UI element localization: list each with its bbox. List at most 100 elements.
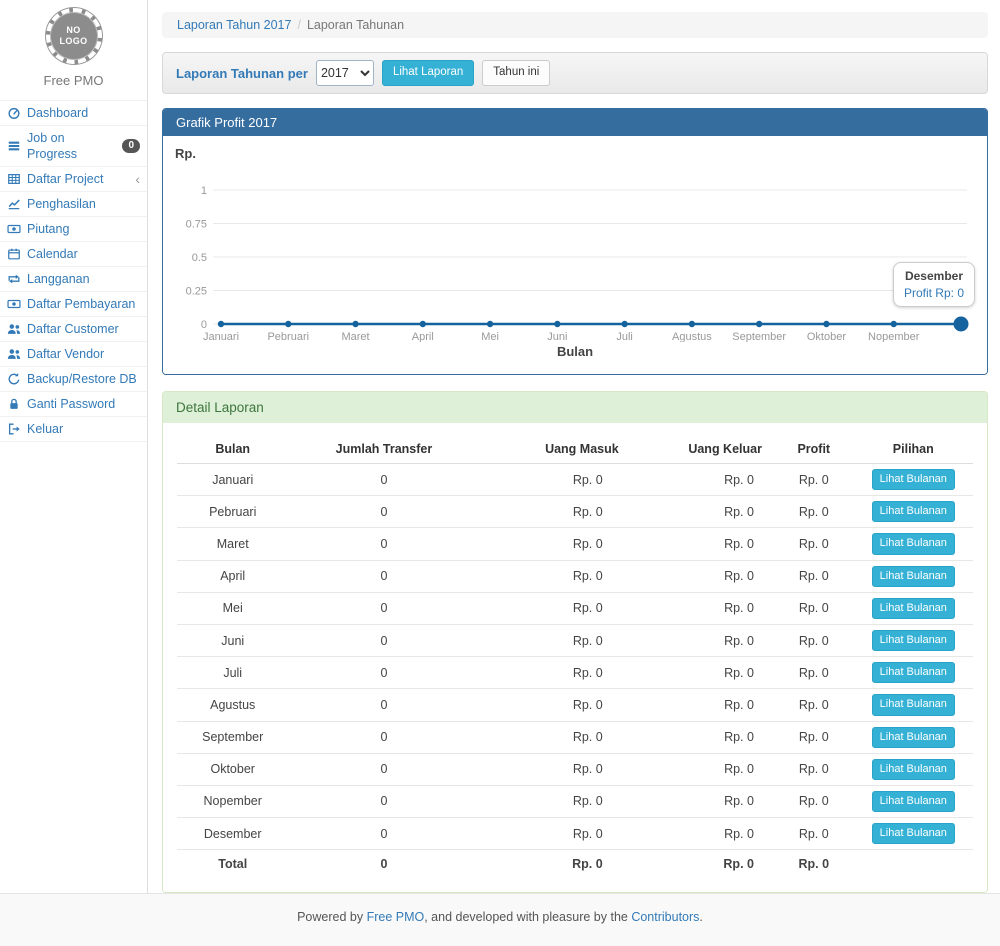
app-layout: NO LOGO Free PMO DashboardJob on Progres… xyxy=(0,0,1000,894)
svg-text:Oktober: Oktober xyxy=(807,331,846,342)
cell-pilihan: Lihat Bulanan xyxy=(854,657,973,689)
total-profit: Rp. 0 xyxy=(774,850,854,877)
lihat-bulanan-button[interactable]: Lihat Bulanan xyxy=(872,759,955,780)
lihat-bulanan-button[interactable]: Lihat Bulanan xyxy=(872,533,955,554)
sidebar-item-piutang[interactable]: Piutang xyxy=(0,216,147,241)
table-row: September0Rp. 0Rp. 0Rp. 0Lihat Bulanan xyxy=(177,721,973,753)
count-badge: 0 xyxy=(122,139,140,153)
cell-uang-masuk: Rp. 0 xyxy=(479,818,630,850)
cell-jumlah-transfer: 0 xyxy=(288,753,479,785)
sidebar-item-daftar-customer[interactable]: Daftar Customer xyxy=(0,316,147,341)
cell-uang-keluar: Rp. 0 xyxy=(631,464,774,496)
cell-pilihan: Lihat Bulanan xyxy=(854,496,973,528)
sidebar-item-langganan[interactable]: Langganan xyxy=(0,266,147,291)
sidebar-item-ganti-password[interactable]: Ganti Password xyxy=(0,391,147,416)
cell-bulan: Nopember xyxy=(177,785,288,817)
cell-uang-keluar: Rp. 0 xyxy=(631,753,774,785)
lihat-bulanan-button[interactable]: Lihat Bulanan xyxy=(872,727,955,748)
col-header-jumlah-transfer: Jumlah Transfer xyxy=(288,435,479,464)
lihat-bulanan-button[interactable]: Lihat Bulanan xyxy=(872,694,955,715)
cell-profit: Rp. 0 xyxy=(774,657,854,689)
lihat-bulanan-button[interactable]: Lihat Bulanan xyxy=(872,630,955,651)
svg-text:0.5: 0.5 xyxy=(192,252,207,264)
sidebar-item-daftar-pembayaran[interactable]: Daftar Pembayaran xyxy=(0,291,147,316)
cell-jumlah-transfer: 0 xyxy=(288,464,479,496)
sidebar-item-daftar-vendor[interactable]: Daftar Vendor xyxy=(0,341,147,366)
cell-profit: Rp. 0 xyxy=(774,528,854,560)
col-header-profit: Profit xyxy=(774,435,854,464)
chevron-left-icon: ‹ xyxy=(135,173,140,185)
lock-icon xyxy=(7,397,22,411)
profit-chart: 00.250.50.751JanuariPebruariMaretAprilMe… xyxy=(175,164,975,342)
table-row: Desember0Rp. 0Rp. 0Rp. 0Lihat Bulanan xyxy=(177,818,973,850)
lihat-bulanan-button[interactable]: Lihat Bulanan xyxy=(872,469,955,490)
detail-panel-title: Detail Laporan xyxy=(163,392,987,423)
sidebar-item-label: Ganti Password xyxy=(27,396,115,412)
sidebar-item-daftar-project[interactable]: Daftar Project‹ xyxy=(0,166,147,191)
lihat-bulanan-button[interactable]: Lihat Bulanan xyxy=(872,598,955,619)
logo-text: NO LOGO xyxy=(57,25,91,48)
breadcrumb-current: Laporan Tahunan xyxy=(307,18,404,32)
cell-profit: Rp. 0 xyxy=(774,689,854,721)
cell-bulan: Desember xyxy=(177,818,288,850)
cell-pilihan: Lihat Bulanan xyxy=(854,528,973,560)
cell-uang-masuk: Rp. 0 xyxy=(479,560,630,592)
cell-pilihan: Lihat Bulanan xyxy=(854,753,973,785)
cell-profit: Rp. 0 xyxy=(774,624,854,656)
cell-pilihan: Lihat Bulanan xyxy=(854,624,973,656)
sidebar-item-label: Calendar xyxy=(27,246,78,262)
sidebar-item-dashboard[interactable]: Dashboard xyxy=(0,100,147,125)
cell-jumlah-transfer: 0 xyxy=(288,592,479,624)
breadcrumb: Laporan Tahun 2017/Laporan Tahunan xyxy=(162,12,988,38)
sidebar-item-backup-restore-db[interactable]: Backup/Restore DB xyxy=(0,366,147,391)
cell-uang-keluar: Rp. 0 xyxy=(631,785,774,817)
lihat-bulanan-button[interactable]: Lihat Bulanan xyxy=(872,501,955,522)
sidebar-item-label: Piutang xyxy=(27,221,69,237)
cell-pilihan: Lihat Bulanan xyxy=(854,464,973,496)
cell-uang-keluar: Rp. 0 xyxy=(631,560,774,592)
cell-bulan: Oktober xyxy=(177,753,288,785)
cell-uang-masuk: Rp. 0 xyxy=(479,624,630,656)
svg-text:Agustus: Agustus xyxy=(672,331,712,342)
report-table: Bulan Jumlah Transfer Uang Masuk Uang Ke… xyxy=(177,435,973,876)
cell-uang-keluar: Rp. 0 xyxy=(631,657,774,689)
footer-link-free-pmo[interactable]: Free PMO xyxy=(367,910,425,924)
cell-uang-keluar: Rp. 0 xyxy=(631,592,774,624)
sidebar-item-calendar[interactable]: Calendar xyxy=(0,241,147,266)
lihat-bulanan-button[interactable]: Lihat Bulanan xyxy=(872,662,955,683)
cell-profit: Rp. 0 xyxy=(774,464,854,496)
table-header-row: Bulan Jumlah Transfer Uang Masuk Uang Ke… xyxy=(177,435,973,464)
cell-uang-masuk: Rp. 0 xyxy=(479,721,630,753)
sidebar-item-keluar[interactable]: Keluar xyxy=(0,416,147,442)
chart-line-icon xyxy=(7,197,22,211)
cell-profit: Rp. 0 xyxy=(774,592,854,624)
svg-text:0: 0 xyxy=(201,319,207,331)
cell-uang-keluar: Rp. 0 xyxy=(631,818,774,850)
cell-bulan: Pebruari xyxy=(177,496,288,528)
sidebar-item-penghasilan[interactable]: Penghasilan xyxy=(0,191,147,216)
tahun-ini-button[interactable]: Tahun ini xyxy=(482,60,550,86)
lihat-bulanan-button[interactable]: Lihat Bulanan xyxy=(872,791,955,812)
table-row: Oktober0Rp. 0Rp. 0Rp. 0Lihat Bulanan xyxy=(177,753,973,785)
sidebar-item-label: Keluar xyxy=(27,421,63,437)
main-content: Laporan Tahun 2017/Laporan Tahunan Lapor… xyxy=(148,0,1000,893)
lihat-bulanan-button[interactable]: Lihat Bulanan xyxy=(872,566,955,587)
lihat-bulanan-button[interactable]: Lihat Bulanan xyxy=(872,823,955,844)
cell-uang-masuk: Rp. 0 xyxy=(479,592,630,624)
year-select[interactable]: 2017 xyxy=(316,60,374,86)
detail-panel-body: Bulan Jumlah Transfer Uang Masuk Uang Ke… xyxy=(163,423,987,892)
sidebar-item-job-on-progress[interactable]: Job on Progress0 xyxy=(0,125,147,166)
cell-bulan: Mei xyxy=(177,592,288,624)
table-total-row: Total 0 Rp. 0 Rp. 0 Rp. 0 xyxy=(177,850,973,877)
cell-jumlah-transfer: 0 xyxy=(288,560,479,592)
tooltip-value: Profit Rp: 0 xyxy=(904,286,964,300)
breadcrumb-link-laporan-tahun[interactable]: Laporan Tahun 2017 xyxy=(177,18,291,32)
tasks-icon xyxy=(7,139,22,153)
lihat-laporan-button[interactable]: Lihat Laporan xyxy=(382,60,474,86)
cell-pilihan: Lihat Bulanan xyxy=(854,560,973,592)
total-jumlah-transfer: 0 xyxy=(288,850,479,877)
table-row: Pebruari0Rp. 0Rp. 0Rp. 0Lihat Bulanan xyxy=(177,496,973,528)
cell-pilihan: Lihat Bulanan xyxy=(854,818,973,850)
sidebar-item-label: Langganan xyxy=(27,271,90,287)
footer-link-contributors[interactable]: Contributors xyxy=(631,910,699,924)
